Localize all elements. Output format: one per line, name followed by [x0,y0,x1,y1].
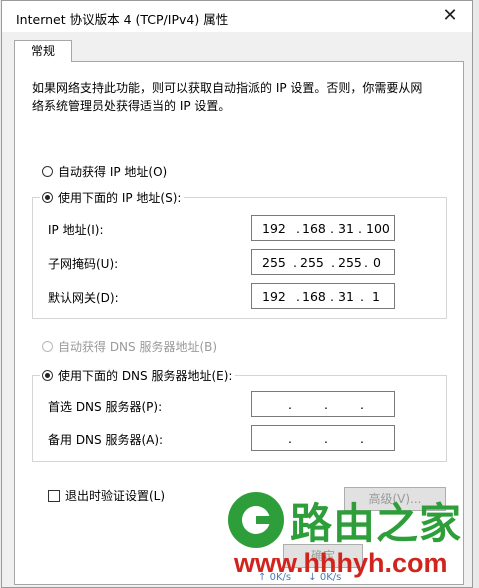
auto-dns-label: 自动获得 DNS 服务器地址(B) [58,340,218,354]
exit-validate-label: 退出时验证设置(L) [65,489,166,503]
radio-unchecked-icon [42,166,53,177]
radio-disabled-icon [42,341,53,352]
default-gateway-label: 默认网关(D): [48,291,119,305]
preferred-dns-input[interactable]: ... [251,391,395,417]
router-home-logo-icon [228,492,284,548]
checkbox-icon [48,489,60,502]
auto-ip-radio[interactable]: 自动获得 IP 地址(O) [42,163,167,180]
ip-address-label: IP 地址(I): [48,223,104,237]
manual-ip-radio[interactable]: 使用下面的 IP 地址(S): [40,189,185,206]
manual-ip-label: 使用下面的 IP 地址(S): [58,191,182,205]
window-title: Internet 协议版本 4 (TCP/IPv4) 属性 [16,12,229,27]
watermark-title: 路由之家 [290,499,463,548]
alternate-dns-input[interactable]: ... [251,425,395,451]
download-arrow-icon: ↓ [308,572,317,583]
radio-checked-icon [42,370,53,381]
radio-checked-icon [42,192,53,203]
ip-address-input[interactable]: 192 . 168 . 31 . 100 [251,215,395,241]
subnet-mask-input[interactable]: 255 . 255 . 255 . 0 [251,249,395,275]
default-gateway-input[interactable]: 192 . 168 . 31 . 1 [251,283,395,309]
upload-arrow-icon: ↑ [258,572,267,583]
close-icon[interactable]: ✕ [436,5,464,27]
upload-speed: 0K/s [269,572,292,583]
download-speed: 0K/s [319,572,342,583]
manual-dns-label: 使用下面的 DNS 服务器地址(E): [58,369,233,383]
auto-ip-label: 自动获得 IP 地址(O) [58,165,168,179]
tab-general[interactable]: 常规 [14,40,72,62]
network-speed-tray: ↑ 0K/s ↓ 0K/s [258,572,341,583]
manual-dns-radio[interactable]: 使用下面的 DNS 服务器地址(E): [40,367,236,384]
alternate-dns-label: 备用 DNS 服务器(A): [48,433,164,447]
exit-validate-checkbox[interactable]: 退出时验证设置(L) [48,487,165,504]
subnet-mask-label: 子网掩码(U): [48,257,119,271]
description-text: 如果网络支持此功能，则可以获取自动指派的 IP 设置。否则，你需要从网络系统管理… [32,81,423,113]
title-bar: Internet 协议版本 4 (TCP/IPv4) 属性 ✕ [2,1,472,32]
auto-dns-radio[interactable]: 自动获得 DNS 服务器地址(B) [42,338,217,355]
preferred-dns-label: 首选 DNS 服务器(P): [48,400,163,414]
